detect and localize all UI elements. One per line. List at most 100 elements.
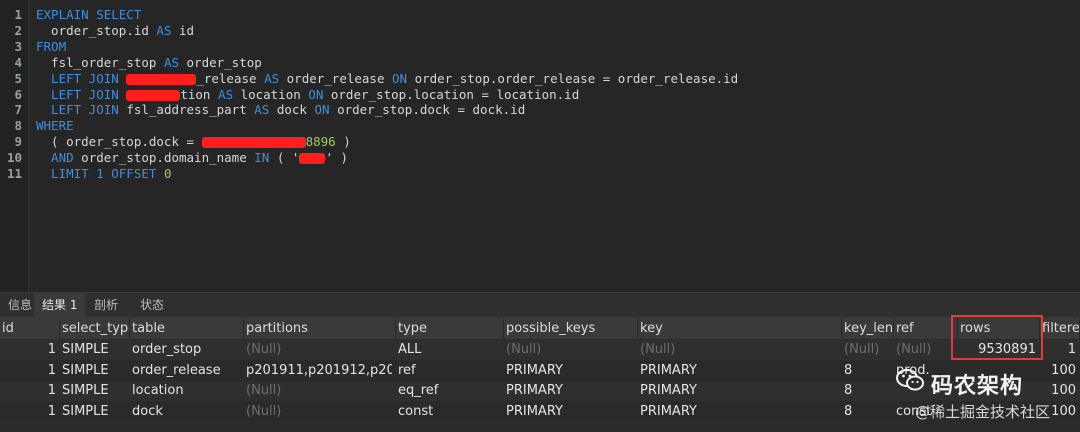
tab-2[interactable]: 剖析 — [86, 293, 126, 317]
table-cell[interactable]: 8 — [842, 361, 890, 381]
column-header-type[interactable]: type — [396, 318, 504, 339]
code-token: _release — [196, 70, 265, 86]
table-cell[interactable]: (Null) — [842, 340, 890, 360]
code-text: WHERE — [36, 118, 74, 134]
table-cell[interactable]: PRIMARY — [504, 361, 634, 381]
code-token: LEFT JOIN — [36, 102, 119, 118]
table-cell[interactable]: (Null) — [244, 402, 392, 422]
table-cell[interactable]: 1 — [0, 381, 56, 401]
line-number: 8 — [14, 118, 22, 134]
table-cell[interactable]: PRIMARY — [638, 361, 838, 381]
column-header-partitions[interactable]: partitions — [244, 318, 396, 339]
table-cell[interactable]: PRIMARY — [638, 402, 838, 422]
watermark-subtitle: @稀土掘金技术社区 — [915, 403, 1051, 421]
code-token: AS — [254, 102, 270, 118]
column-header-key[interactable]: key — [638, 318, 842, 339]
table-cell[interactable]: 8 — [842, 381, 890, 401]
table-cell[interactable]: SIMPLE — [60, 361, 126, 381]
table-cell[interactable]: 8 — [842, 402, 890, 422]
table-cell[interactable]: order_stop — [130, 340, 240, 360]
code-token: WHERE — [36, 118, 74, 134]
table-cell[interactable]: eq_ref — [396, 381, 500, 401]
line-number: 5 — [14, 70, 22, 86]
code-token: ON — [314, 102, 330, 118]
result-tabs: 信息 结果 1 剖析 状态 — [0, 292, 1080, 318]
code-token: order_stop — [179, 54, 262, 70]
code-token: ON — [392, 70, 408, 86]
table-cell[interactable]: (Null) — [504, 340, 634, 360]
code-token: AS — [156, 22, 172, 38]
table-cell[interactable]: (Null) — [244, 340, 392, 360]
line-number: 9 — [14, 134, 22, 150]
code-token: order_stop.location = location.id — [323, 86, 580, 102]
table-cell[interactable]: (Null) — [638, 340, 838, 360]
column-header-id[interactable]: id — [0, 318, 60, 339]
sql-editor[interactable]: 1 EXPLAIN SELECT 2 order_stop.id AS id 3 FRO… — [0, 0, 1080, 292]
code-token: ( order_stop.dock = — [36, 134, 202, 150]
code-token: AS — [264, 70, 280, 86]
grid-header-row: id select_type table partitions type possible… — [0, 318, 1080, 339]
table-cell[interactable]: SIMPLE — [60, 402, 126, 422]
table-cell[interactable]: SIMPLE — [60, 381, 126, 401]
table-cell[interactable]: ref — [396, 361, 500, 381]
column-header-ref[interactable]: ref — [894, 318, 958, 339]
code-text: EXPLAIN SELECT — [36, 7, 141, 23]
code-text: LEFT JOIN fsl_address_part AS dock ON or… — [36, 102, 525, 118]
table-cell[interactable]: SIMPLE — [60, 340, 126, 360]
code-text: fsl_order_stop AS order_stop — [36, 55, 262, 71]
table-cell[interactable]: const — [396, 402, 500, 422]
redaction-mark — [201, 137, 306, 149]
column-header-possible_keys[interactable]: possible_keys — [504, 318, 638, 339]
line-number: 2 — [14, 22, 22, 38]
table-cell[interactable]: 1 — [0, 340, 56, 360]
table-cell[interactable]: PRIMARY — [638, 381, 838, 401]
table-cell[interactable]: PRIMARY — [504, 402, 634, 422]
redaction-mark — [126, 73, 197, 85]
code-token: location — [233, 86, 309, 102]
code-token: EXPLAIN SELECT — [36, 7, 142, 22]
table-cell[interactable]: 1 — [0, 361, 56, 381]
code-token: LEFT JOIN — [36, 70, 119, 86]
code-token: order_stop.order_release = order_release… — [407, 70, 739, 86]
tab-1[interactable]: 结果 1 — [34, 293, 86, 317]
code-token: dock — [269, 102, 315, 118]
code-token: order_stop.domain_name — [73, 150, 255, 166]
table-cell[interactable]: dock — [130, 402, 240, 422]
code-token: order_stop.id — [36, 22, 157, 38]
table-cell[interactable]: (Null) — [244, 381, 392, 401]
redaction-mark — [299, 153, 326, 165]
code-token: fsl_order_stop — [36, 54, 164, 70]
table-cell[interactable]: location — [130, 381, 240, 401]
code-token: LIMIT 1 OFFSET — [36, 166, 164, 181]
code-token: order_release — [279, 70, 393, 86]
rows-highlight-box — [951, 315, 1043, 360]
table-cell[interactable]: (Null) — [894, 340, 954, 360]
tab-3[interactable]: 状态 — [132, 293, 172, 317]
table-cell[interactable]: PRIMARY — [504, 381, 634, 401]
column-header-table[interactable]: table — [130, 318, 244, 339]
line-number: 3 — [14, 38, 22, 54]
code-token: LEFT JOIN — [36, 86, 119, 102]
column-header-key_len[interactable]: key_len — [842, 318, 894, 339]
table-row[interactable]: 1 SIMPLE order_stop (Null) ALL (Null) (Null) (N… — [0, 340, 1080, 360]
line-number: 4 — [14, 54, 22, 70]
code-token: ' ) — [325, 150, 349, 166]
wechat-logo-icon — [896, 369, 924, 391]
column-header-select_type[interactable]: select_type — [60, 318, 130, 339]
watermark-title: 码农架构 — [931, 374, 1024, 399]
code-text: FROM — [36, 39, 66, 55]
code-token: id — [171, 22, 195, 38]
code-text: LEFT JOIN _release AS order_release ON o… — [36, 71, 738, 87]
code-token: AS — [217, 86, 234, 102]
table-cell[interactable]: ALL — [396, 340, 500, 360]
code-token: ON — [308, 86, 324, 102]
code-token: ) — [335, 134, 351, 150]
table-cell[interactable]: order_release — [130, 361, 240, 381]
table-cell[interactable]: 1 — [0, 402, 56, 422]
table-cell[interactable]: 1 — [1040, 340, 1076, 360]
column-header-filtered[interactable]: filtered — [1040, 318, 1080, 339]
table-cell[interactable]: p201911,p201912,p2020 — [244, 361, 392, 381]
code-text: LEFT JOIN tion AS location ON order_stop… — [36, 87, 579, 103]
